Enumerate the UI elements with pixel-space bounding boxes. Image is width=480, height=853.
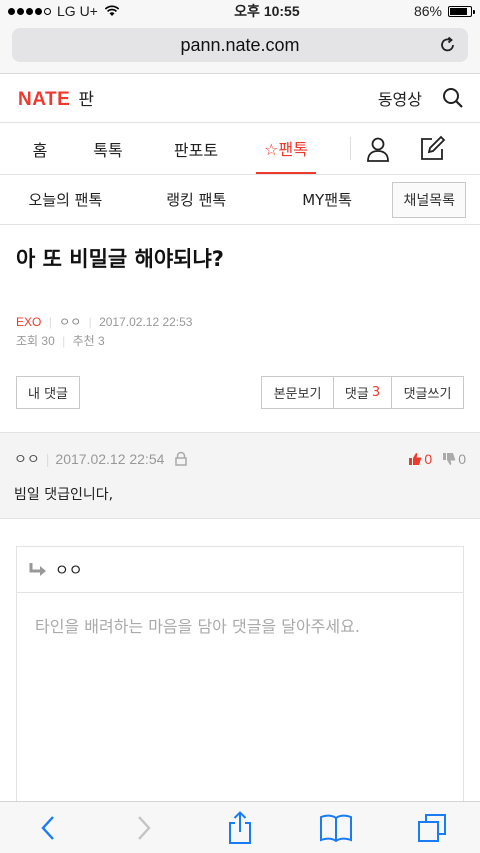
- tab-panphoto[interactable]: 판포토: [136, 123, 256, 174]
- reply-arrow-icon: [29, 562, 46, 576]
- comment-actions: 내 댓글 본문보기 댓글 3 댓글쓰기: [0, 351, 480, 409]
- status-left: LG U+: [8, 3, 120, 19]
- url-field[interactable]: pann.nate.com: [12, 28, 468, 62]
- thumbs-up-icon: [409, 453, 422, 465]
- post-views: 조회 30: [16, 334, 55, 348]
- reload-icon[interactable]: [438, 35, 458, 55]
- lock-icon: [175, 451, 188, 466]
- status-bar: LG U+ 오후 10:55 86%: [0, 0, 480, 22]
- comments-button[interactable]: 댓글 3: [334, 376, 392, 409]
- comment-button-group: 본문보기 댓글 3 댓글쓰기: [261, 376, 464, 409]
- post-datetime: 2017.02.12 22:53: [99, 315, 193, 329]
- video-link[interactable]: 동영상: [378, 86, 422, 110]
- back-icon: [41, 815, 54, 840]
- share-button[interactable]: [218, 806, 262, 850]
- search-icon[interactable]: [442, 87, 464, 109]
- logo-nate: NATE: [18, 89, 71, 110]
- person-icon: [367, 137, 389, 162]
- battery-percent: 86%: [413, 3, 442, 19]
- reply-input[interactable]: [17, 593, 463, 825]
- wifi-icon: [104, 5, 120, 16]
- comments-count: 3: [371, 385, 381, 400]
- write-post-button[interactable]: [405, 123, 459, 174]
- share-icon: [229, 810, 251, 844]
- reply-box: ㅇㅇ: [16, 546, 464, 826]
- carrier: LG U+: [57, 3, 98, 19]
- comment-datetime: 2017.02.12 22:54: [55, 451, 165, 467]
- forward-button[interactable]: [122, 806, 166, 850]
- forward-icon: [138, 815, 151, 840]
- comment-text: 빔일 댓급인니다,: [14, 487, 114, 503]
- downvote-button[interactable]: 0: [442, 451, 466, 467]
- subnav-ranking-fantalk[interactable]: 랭킹 팬톡: [131, 189, 262, 210]
- sub-nav: 오늘의 팬톡 랭킹 팬톡 MY팬톡 채널목록: [0, 175, 480, 225]
- site-header: NATE 판 동영상: [0, 74, 480, 123]
- edit-icon: [421, 135, 446, 160]
- logo-pan: 판: [78, 90, 94, 110]
- tab-fantalk[interactable]: ☆팬톡: [256, 123, 316, 174]
- subnav-my-fantalk[interactable]: MY팬톡: [262, 189, 393, 210]
- view-body-button[interactable]: 본문보기: [261, 376, 334, 409]
- downvote-count: 0: [458, 451, 466, 467]
- clock: 오후 10:55: [234, 3, 300, 19]
- browser-toolbar: [0, 801, 480, 853]
- write-comment-button[interactable]: 댓글쓰기: [392, 376, 464, 409]
- reply-header: ㅇㅇ: [17, 547, 463, 593]
- subnav-today-fantalk[interactable]: 오늘의 팬톡: [0, 189, 131, 210]
- comment-meta: ㅇㅇ | 2017.02.12 22:54: [14, 449, 188, 469]
- upvote-count: 0: [424, 451, 433, 467]
- tabs-button[interactable]: [410, 806, 454, 850]
- thumbs-down-icon: [443, 453, 456, 465]
- comment-author: ㅇㅇ: [14, 451, 40, 467]
- bookmarks-icon: [320, 814, 352, 842]
- post-title: 아 또 비밀글 해야되냐?: [16, 247, 224, 271]
- reply-target: ㅇㅇ: [55, 561, 83, 579]
- tabs-icon: [418, 813, 446, 842]
- comment-item: ㅇㅇ | 2017.02.12 22:54 0 0 빔일 댓급인니다,: [0, 432, 480, 519]
- nate-pann-logo[interactable]: NATE 판: [18, 85, 94, 111]
- post-meta: EXO | ㅇㅇ | 2017.02.12 22:53 조회 30 | 추천 3: [16, 315, 193, 348]
- my-page-button[interactable]: [351, 123, 405, 174]
- url-text: pann.nate.com: [180, 34, 300, 55]
- header-right: 동영상: [378, 86, 464, 110]
- comment-votes: 0 0: [408, 451, 466, 467]
- status-right: 86%: [413, 3, 475, 19]
- post-category[interactable]: EXO: [16, 315, 41, 329]
- post-author: ㅇㅇ: [59, 315, 82, 329]
- channel-list-button[interactable]: 채널목록: [392, 181, 467, 218]
- main-nav: 홈 톡톡 판포토 ☆팬톡: [0, 123, 480, 175]
- signal-strength: [8, 7, 51, 15]
- battery-icon: [447, 5, 475, 17]
- comments-label: 댓글: [344, 387, 369, 402]
- tab-toktok[interactable]: 톡톡: [80, 123, 136, 174]
- tab-home[interactable]: 홈: [0, 123, 80, 174]
- post-recommends: 추천 3: [72, 334, 105, 348]
- my-comments-button[interactable]: 내 댓글: [16, 376, 80, 409]
- browser-address-bar: pann.nate.com: [0, 22, 480, 74]
- upvote-button[interactable]: 0: [408, 451, 432, 467]
- bookmarks-button[interactable]: [314, 806, 358, 850]
- back-button[interactable]: [26, 806, 70, 850]
